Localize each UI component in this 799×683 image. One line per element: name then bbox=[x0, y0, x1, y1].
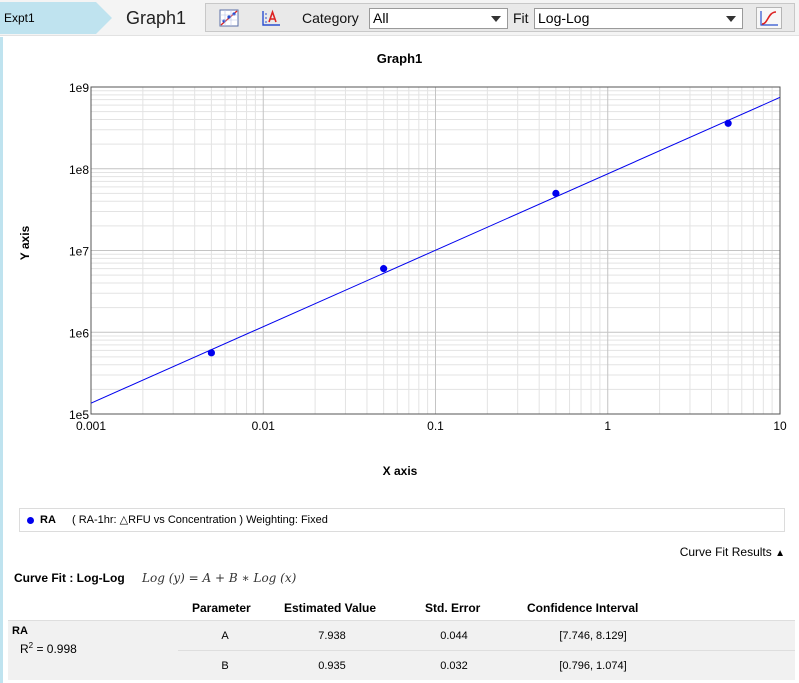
curve-fit-results-toggle[interactable]: Curve Fit Results ▲ bbox=[680, 545, 785, 561]
data-point bbox=[380, 265, 388, 273]
table-row: A 7.938 0.044 [7.746, 8.129] bbox=[178, 620, 795, 650]
y-tick-label: 1e9 bbox=[69, 81, 89, 95]
data-point bbox=[552, 189, 560, 197]
param-cell: B bbox=[221, 660, 229, 672]
triangle-up-icon: ▲ bbox=[775, 548, 785, 559]
stderr-cell: 0.044 bbox=[440, 630, 468, 642]
fit-summary: Curve Fit : Log-Log Log (y) = A + B ∗ Lo… bbox=[14, 570, 296, 586]
stderr-cell: 0.032 bbox=[440, 660, 468, 672]
col-header-estimated-value: Estimated Value bbox=[284, 601, 377, 615]
fit-equation: Log (y) = A + B ∗ Log (x) bbox=[142, 571, 297, 585]
estimate-cell: 7.938 bbox=[318, 630, 346, 642]
col-header-parameter: Parameter bbox=[192, 601, 251, 615]
col-header-confidence-interval: Confidence Interval bbox=[527, 601, 639, 615]
y-tick-label: 1e5 bbox=[69, 408, 89, 422]
r-squared-label: R bbox=[20, 642, 29, 656]
curve-fit-results-label: Curve Fit Results bbox=[679, 545, 772, 559]
x-tick-label: 1 bbox=[604, 419, 611, 433]
ci-cell: [0.796, 1.074] bbox=[559, 660, 627, 672]
y-tick-label: 1e6 bbox=[69, 326, 89, 340]
x-tick-label: 0.1 bbox=[427, 419, 444, 433]
x-axis-label: X axis bbox=[383, 464, 418, 478]
result-series-name: RA bbox=[12, 625, 28, 637]
y-tick-label: 1e7 bbox=[69, 245, 89, 259]
x-tick-label: 0.01 bbox=[252, 419, 276, 433]
y-tick-label: 1e8 bbox=[69, 163, 89, 177]
legend: RA ( RA-1hr: △RFU vs Concentration ) Wei… bbox=[19, 508, 785, 532]
x-tick-label: 10 bbox=[773, 419, 787, 433]
result-series-cell: RA R2 = 0.998 bbox=[8, 620, 178, 680]
legend-marker bbox=[27, 517, 34, 524]
legend-description: ( RA-1hr: △RFU vs Concentration ) Weight… bbox=[72, 514, 328, 526]
param-cell: A bbox=[221, 630, 229, 642]
y-axis-label: Y axis bbox=[18, 225, 32, 260]
r-squared: R2 = 0.998 bbox=[20, 641, 77, 656]
table-row: B 0.935 0.032 [0.796, 1.074] bbox=[178, 650, 795, 680]
col-header-std-error: Std. Error bbox=[425, 601, 481, 615]
fit-label-text: Curve Fit : Log-Log bbox=[14, 571, 125, 585]
data-point bbox=[207, 349, 215, 357]
chart-plot: 0.001 0.01 0.1 1 10 1e51e61e71e81e9 X axis Y… bbox=[18, 81, 787, 478]
estimate-cell: 0.935 bbox=[318, 660, 346, 672]
r-squared-value: = 0.998 bbox=[33, 642, 77, 656]
legend-series-name: RA bbox=[40, 514, 56, 526]
data-point bbox=[724, 119, 732, 127]
ci-cell: [7.746, 8.129] bbox=[559, 630, 627, 642]
